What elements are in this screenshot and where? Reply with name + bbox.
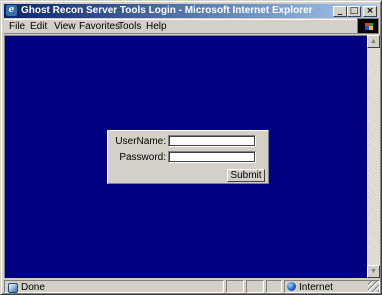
status-panel-2 [246,280,264,293]
maximize-button[interactable]: □ [347,6,361,17]
username-input[interactable] [168,135,256,147]
submit-button[interactable]: Submit [227,169,265,182]
scroll-up-button[interactable]: ▲ [367,35,380,48]
globe-icon [287,282,296,291]
menu-edit[interactable]: Edit [30,20,47,34]
menu-view[interactable]: View [54,20,76,34]
minimize-button[interactable]: _ [333,6,347,17]
status-bar: Done Internet [4,279,380,293]
title-bar[interactable]: e Ghost Recon Server Tools Login - Micro… [4,4,378,18]
menu-tools[interactable]: Tools [118,20,141,34]
vertical-scrollbar[interactable]: ▲ ▼ [367,35,380,278]
page-content: UserName: Password: Submit [4,35,367,278]
menu-help[interactable]: Help [146,20,167,34]
login-form: UserName: Password: Submit [107,130,269,184]
windows-logo-icon [357,18,379,34]
status-panel-main: Done [4,280,224,293]
resize-grip-icon[interactable] [368,281,379,292]
browser-window: e Ghost Recon Server Tools Login - Micro… [0,0,382,295]
password-input[interactable] [168,151,256,163]
password-label: Password: [119,152,166,163]
status-panel-3 [266,280,282,293]
window-title: Ghost Recon Server Tools Login - Microso… [21,5,313,16]
status-text: Done [21,282,45,293]
menu-file[interactable]: File [9,20,25,34]
scroll-down-button[interactable]: ▼ [367,265,380,278]
ie-logo-icon: e [6,5,17,16]
menu-bar: File Edit View Favorites Tools Help [4,19,378,34]
status-panel-1 [226,280,244,293]
status-panel-zone: Internet [284,280,380,293]
username-label: UserName: [115,136,166,147]
menu-favorites[interactable]: Favorites [79,20,120,34]
close-button[interactable]: × [363,6,377,17]
page-done-icon [8,283,18,293]
zone-text: Internet [299,282,333,293]
